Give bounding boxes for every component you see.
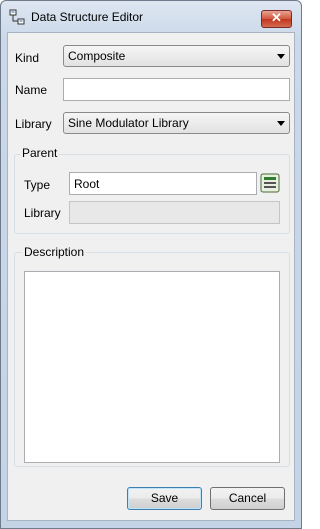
close-button[interactable]: ✕ <box>261 10 292 28</box>
type-picker-icon[interactable] <box>260 173 280 193</box>
chevron-down-icon <box>277 121 285 126</box>
library-label: Library <box>15 117 52 131</box>
kind-dropdown[interactable]: Composite <box>63 45 290 67</box>
chevron-down-icon <box>277 54 285 59</box>
library-value: Sine Modulator Library <box>68 116 189 130</box>
cancel-button[interactable]: Cancel <box>210 487 285 510</box>
description-group-title: Description <box>22 245 87 259</box>
form-body: Kind Composite Name Library Sine Modulat… <box>7 32 295 521</box>
parent-type-value: Root <box>74 177 100 191</box>
close-icon: ✕ <box>271 10 282 25</box>
library-dropdown[interactable]: Sine Modulator Library <box>63 112 290 134</box>
description-textarea[interactable] <box>24 271 280 463</box>
kind-value: Composite <box>68 49 126 63</box>
name-label: Name <box>15 83 48 97</box>
data-structure-icon <box>9 9 25 25</box>
parent-library-field <box>69 201 280 224</box>
parent-group-title: Parent <box>20 146 60 160</box>
name-field[interactable] <box>63 78 290 101</box>
parent-type-label: Type <box>24 178 51 192</box>
title-bar[interactable]: Data Structure Editor ✕ <box>1 1 301 31</box>
window-title: Data Structure Editor <box>31 10 144 24</box>
parent-library-label: Library <box>24 206 61 220</box>
parent-type-field[interactable]: Root <box>69 172 257 195</box>
editor-window: Data Structure Editor ✕ Kind Composite N… <box>0 0 302 529</box>
save-button[interactable]: Save <box>127 487 202 510</box>
kind-label: Kind <box>15 51 40 65</box>
